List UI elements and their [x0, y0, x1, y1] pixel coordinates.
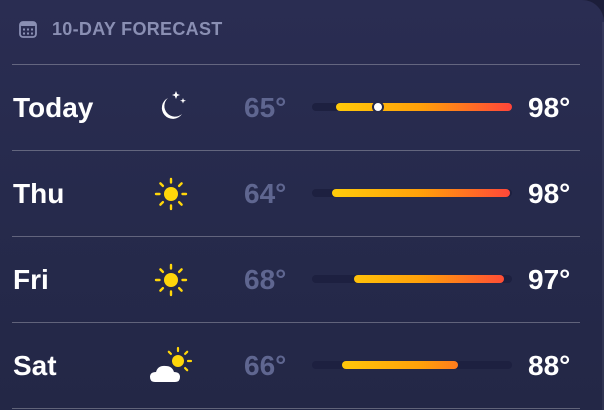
- temp-range-bar: [312, 189, 512, 197]
- forecast-row-fri[interactable]: Fri 68° 97°: [0, 237, 604, 323]
- calendar-icon: [18, 19, 38, 39]
- temp-range-fill: [332, 189, 510, 197]
- forecast-card: 10-DAY FORECAST Today 65° 98° Thu 64° 98…: [0, 0, 604, 410]
- low-temp: 68°: [244, 264, 287, 295]
- high-temp: 98°: [528, 92, 571, 123]
- day-label: Today: [13, 92, 94, 123]
- divider: [12, 408, 580, 409]
- day-label: Fri: [13, 264, 49, 295]
- temp-range-bar: [312, 101, 512, 113]
- day-label: Thu: [13, 178, 65, 209]
- day-label: Sat: [13, 350, 57, 381]
- high-temp: 97°: [528, 264, 571, 295]
- temp-range-fill: [336, 103, 512, 111]
- forecast-title: 10-DAY FORECAST: [52, 18, 223, 39]
- forecast-row-today[interactable]: Today 65° 98°: [0, 65, 604, 151]
- low-temp: 65°: [244, 92, 287, 123]
- current-temp-dot: [372, 101, 384, 113]
- low-temp: 66°: [244, 350, 287, 381]
- temp-range-bar: [312, 361, 512, 369]
- sun-icon: [146, 260, 196, 300]
- partly-cloudy-icon: [146, 346, 196, 386]
- temp-range-fill: [342, 361, 458, 369]
- sun-icon: [146, 174, 196, 214]
- forecast-row-sat[interactable]: Sat 66° 88°: [0, 323, 604, 409]
- high-temp: 98°: [528, 178, 571, 209]
- temp-range-fill: [354, 275, 504, 283]
- moon-stars-icon: [146, 88, 196, 128]
- forecast-row-thu[interactable]: Thu 64° 98°: [0, 151, 604, 237]
- high-temp: 88°: [528, 350, 571, 381]
- forecast-header: 10-DAY FORECAST: [18, 18, 223, 40]
- temp-range-bar: [312, 275, 512, 283]
- low-temp: 64°: [244, 178, 287, 209]
